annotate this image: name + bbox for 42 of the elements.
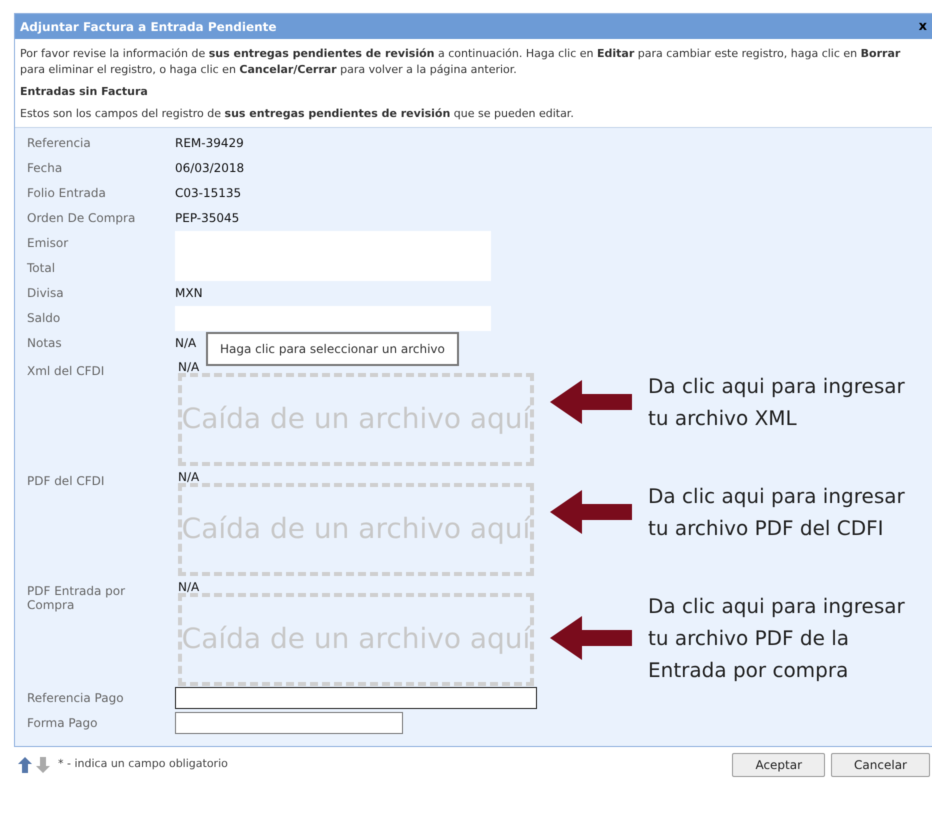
required-legend: * - indica un campo obligatorio: [58, 756, 228, 773]
section-title: Entradas sin Factura: [20, 84, 149, 100]
tooltip: Haga clic para seleccionar un archivo: [206, 332, 459, 366]
field-label: Divisa: [27, 286, 65, 300]
dialog-button[interactable]: Cancelar: [831, 752, 930, 776]
field-label: Notas: [27, 336, 63, 350]
input-field[interactable]: [175, 687, 537, 709]
instruction-note: Da clic aqui para ingresar tu archivo XML: [648, 372, 906, 432]
field-value: N/A: [178, 578, 200, 592]
input-field[interactable]: [175, 712, 403, 734]
field-label: Total: [27, 261, 56, 275]
dialog-title: Adjuntar Factura a Entrada Pendiente: [20, 18, 277, 36]
field-value: PEP-35045: [175, 210, 240, 227]
field-label: PDF Entrada por Compra: [27, 584, 126, 612]
field-label: Folio Entrada: [27, 186, 107, 200]
field-label: Orden De Compra: [27, 211, 136, 225]
field-label: Xml del CFDI: [27, 364, 106, 378]
arrow-icon: [550, 380, 632, 424]
section-note: Estos son los campos del registro de sus entregas pendientes de revisión que se pueden editar.: [20, 106, 575, 120]
field-value: N/A: [175, 335, 196, 352]
field-label: Fecha: [27, 161, 64, 175]
arrow-icon: [550, 490, 632, 534]
dialog-button[interactable]: Aceptar: [732, 752, 826, 776]
field-label: Referencia: [27, 136, 92, 150]
field-value: C03-15135: [175, 185, 242, 202]
field-value: MXN: [175, 285, 203, 302]
field-label: Referencia Pago: [27, 691, 125, 705]
intro-text: Por favor revise la información de sus entregas pendientes de revisión a continuación. Haga clic en Editar para cambiar este registro, haga clic en Borrar para eliminar el registro, o haga clic en Cancelar/Cerrar para volver a la página anterior.: [20, 46, 902, 78]
field-value: REM-39429: [175, 135, 244, 152]
close-button[interactable]: x: [918, 20, 927, 33]
field-label: Saldo: [27, 311, 62, 325]
arrow-icon: [550, 616, 632, 660]
field-value: N/A: [178, 468, 200, 482]
field-label: Forma Pago: [27, 716, 98, 730]
instruction-note: Da clic aqui para ingresar tu archivo PDF del CDFI: [648, 482, 906, 542]
down-arrow-icon[interactable]: [36, 756, 50, 772]
field-value: 06/03/2018: [175, 160, 244, 177]
instruction-note: Da clic aqui para ingresar tu archivo PDF de la Entrada por compra: [648, 592, 906, 684]
field-label: PDF del CFDI: [27, 474, 106, 488]
field-label: Emisor: [27, 236, 70, 250]
up-arrow-icon[interactable]: [18, 756, 32, 772]
field-value: N/A: [178, 358, 200, 372]
